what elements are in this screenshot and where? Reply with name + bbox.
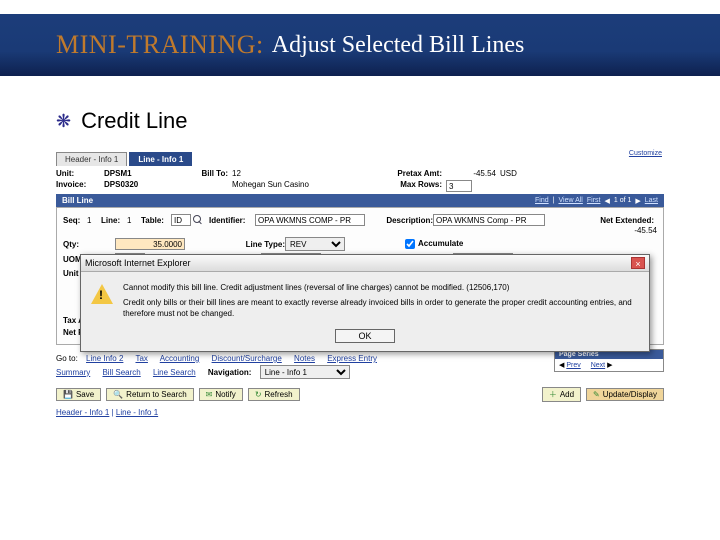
line-label: Line: (101, 216, 127, 225)
identifier-label: Identifier: (209, 216, 255, 225)
link-tax[interactable]: Tax (135, 354, 147, 363)
link-discount[interactable]: Discount/Surcharge (212, 354, 282, 363)
qty-input[interactable] (115, 238, 185, 250)
dialog-line1: Cannot modify this bill line. Credit adj… (123, 282, 639, 293)
maxrows-label: Max Rows: (372, 180, 442, 192)
viewall-link[interactable]: View All (558, 197, 582, 205)
bill-line-title: Bill Line (62, 196, 93, 205)
refresh-icon: ↻ (255, 390, 262, 399)
tab-line-info1[interactable]: Line - Info 1 (129, 152, 192, 166)
billto-name: Mohegan Sun Casino (232, 180, 372, 192)
qty-label: Qty: (63, 240, 115, 249)
navigation-select[interactable]: Line - Info 1 (260, 365, 350, 379)
netext-value: -45.54 (634, 226, 657, 235)
tab-header-info1[interactable]: Header - Info 1 (56, 152, 127, 166)
invoice-label: Invoice: (56, 180, 104, 192)
return-button[interactable]: 🔍Return to Search (106, 388, 193, 401)
customize-link[interactable]: Customize (629, 150, 662, 157)
identifier-input[interactable] (255, 214, 365, 226)
update-button[interactable]: ✎Update/Display (586, 388, 664, 401)
dialog-title: Microsoft Internet Explorer (85, 258, 191, 268)
header-row-2: Invoice: DPS0320 Mohegan Sun Casino Max … (56, 180, 664, 192)
page-next[interactable]: Next (591, 362, 605, 369)
billto-label: Bill To: (182, 169, 228, 178)
billto-id: 12 (232, 169, 241, 178)
netext-label: Net Extended: (600, 216, 657, 225)
first-link[interactable]: First (587, 197, 601, 205)
navigation-label: Navigation: (208, 368, 252, 377)
pretax-value: -45.54 (446, 169, 496, 178)
goto-links: Go to: Line Info 2 Tax Accounting Discou… (56, 354, 554, 363)
error-dialog: Microsoft Internet Explorer × Cannot mod… (80, 254, 650, 352)
unit-label: Unit: (56, 169, 104, 178)
dialog-titlebar: Microsoft Internet Explorer × (81, 255, 649, 272)
goto-label: Go to: (56, 354, 78, 363)
nav-position: 1 of 1 (614, 197, 632, 205)
unit-value: DPSM1 (104, 169, 182, 178)
seq-label: Seq: (63, 216, 87, 225)
link-summary[interactable]: Summary (56, 368, 90, 377)
line-value: 1 (127, 216, 141, 225)
crumb-header[interactable]: Header - Info 1 (56, 408, 109, 417)
crumb-line[interactable]: Line - Info 1 (116, 408, 158, 417)
title-prefix: MINI-TRAINING: (56, 30, 264, 60)
title-band: MINI-TRAINING: Adjust Selected Bill Line… (0, 14, 720, 76)
bill-line-bar: Bill Line Find | View All First ◀ 1 of 1… (56, 194, 664, 207)
pretax-label: Pretax Amt: (372, 169, 442, 178)
link-notes[interactable]: Notes (294, 354, 315, 363)
notify-icon: ✉ (206, 390, 213, 399)
refresh-button[interactable]: ↻Refresh (248, 388, 300, 401)
warning-icon (91, 284, 113, 304)
link-express[interactable]: Express Entry (327, 354, 377, 363)
button-row: 💾Save 🔍Return to Search ✉Notify ↻Refresh… (56, 387, 664, 402)
bullet-text: Credit Line (81, 108, 187, 134)
bullet-icon: ❋ (56, 111, 71, 132)
page-series-box: Page Series ◀ Prev Next ▶ (554, 349, 664, 372)
maxrows-input[interactable] (446, 180, 472, 192)
title-text: Adjust Selected Bill Lines (272, 32, 525, 59)
dialog-message: Cannot modify this bill line. Credit adj… (123, 282, 639, 319)
table-label: Table: (141, 216, 171, 225)
ok-button[interactable]: OK (335, 329, 394, 343)
link-linesearch[interactable]: Line Search (153, 368, 196, 377)
notify-button[interactable]: ✉Notify (199, 388, 243, 401)
lookup-icon[interactable] (193, 215, 203, 225)
last-link[interactable]: Last (645, 197, 658, 205)
link-billsearch[interactable]: Bill Search (102, 368, 140, 377)
accumulate-checkbox[interactable] (405, 239, 415, 249)
bullet-row: ❋ Credit Line (56, 108, 187, 134)
header-row-1: Unit: DPSM1 Bill To: 12 Pretax Amt: -45.… (56, 169, 664, 178)
search-icon: 🔍 (113, 390, 123, 399)
bill-line-nav: Find | View All First ◀ 1 of 1 ▶ Last (535, 197, 658, 205)
table-input[interactable] (171, 214, 191, 226)
linetype-label: Line Type: (215, 240, 285, 249)
seq-value: 1 (87, 216, 101, 225)
desc-label: Description: (373, 216, 433, 225)
update-icon: ✎ (593, 390, 600, 399)
save-button[interactable]: 💾Save (56, 388, 101, 401)
add-button[interactable]: ＋Add (542, 387, 581, 402)
add-icon: ＋ (549, 389, 557, 400)
link-lineinfo2[interactable]: Line Info 2 (86, 354, 123, 363)
close-icon[interactable]: × (631, 257, 645, 269)
dialog-line2: Credit only bills or their bill lines ar… (123, 297, 639, 319)
currency: USD (500, 169, 528, 178)
save-icon: 💾 (63, 390, 73, 399)
link-accounting[interactable]: Accounting (160, 354, 200, 363)
find-link[interactable]: Find (535, 197, 549, 205)
page-prev[interactable]: Prev (566, 362, 580, 369)
desc-input[interactable] (433, 214, 545, 226)
footer-crumbs: Header - Info 1 | Line - Info 1 (56, 408, 664, 417)
tab-strip: Header - Info 1 Line - Info 1 (56, 152, 664, 166)
accumulate-label: Accumulate (418, 239, 463, 248)
invoice-value: DPS0320 (104, 180, 182, 192)
linetype-select[interactable]: REV (285, 237, 345, 251)
